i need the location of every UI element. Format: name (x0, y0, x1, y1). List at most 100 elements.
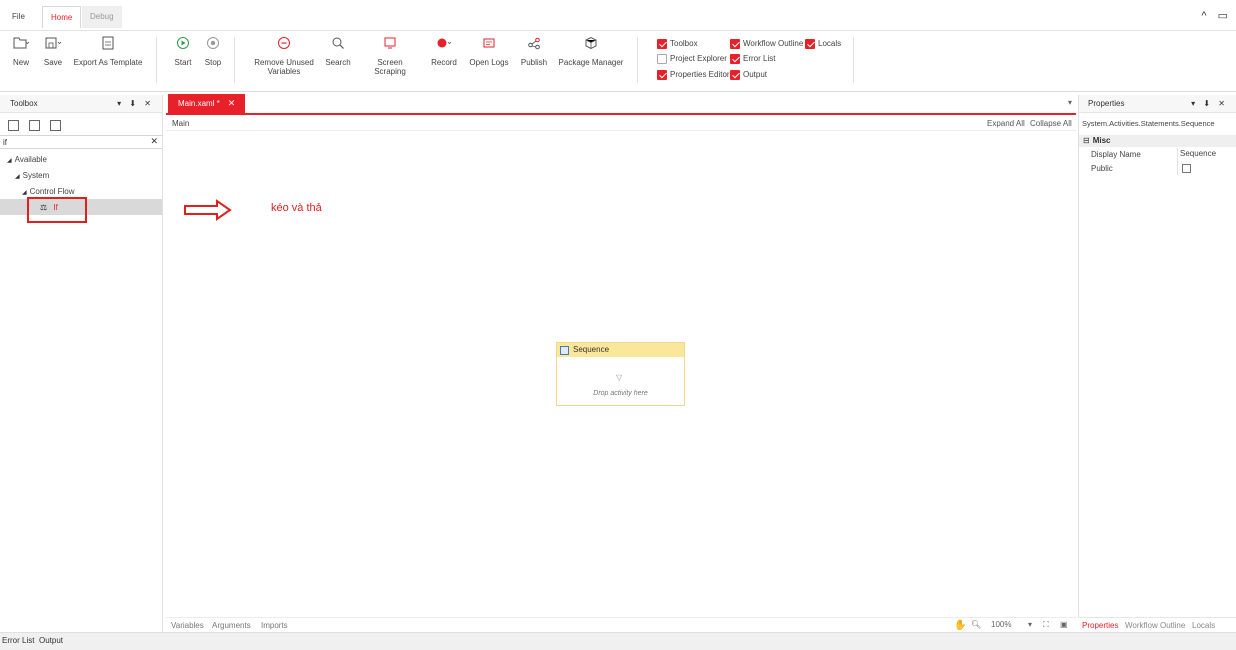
logs-icon (468, 36, 510, 54)
annotation-text: kéo và thả (271, 202, 322, 214)
collapse-category-icon[interactable]: ⊟ (1083, 136, 1090, 145)
tab-variables[interactable]: Variables (171, 621, 204, 630)
start-button[interactable]: Start (172, 36, 194, 67)
publish-label: Publish (520, 58, 548, 67)
menu-tab-debug[interactable]: Debug (82, 6, 122, 28)
close-icon[interactable]: ✕ (228, 98, 236, 108)
screen-scraping-icon (361, 36, 419, 54)
pan-hand-icon[interactable]: ✋ (954, 620, 966, 631)
share-icon (519, 36, 549, 54)
toolbox-panel: Toolbox ▾ ⬇ ✕ ✕ ◢Available ◢System ◢Cont… (0, 95, 163, 632)
fit-screen-icon[interactable]: ⛶ (1043, 620, 1049, 630)
tab-list-icon[interactable]: ▾ (1068, 98, 1072, 107)
toggle-project-explorer-checkbox[interactable]: Project Explorer (657, 53, 727, 65)
new-button[interactable]: New (10, 36, 32, 67)
export-as-template-button[interactable]: Export As Template (73, 36, 143, 67)
property-display-name: Display Name Sequence (1079, 148, 1236, 161)
properties-type-name: System.Activities.Statements.Sequence (1082, 119, 1215, 128)
expand-all-button[interactable]: Expand All (987, 119, 1025, 128)
properties-title: Properties (1088, 99, 1125, 108)
record-button[interactable]: Record (429, 36, 459, 67)
package-manager-label: Package Manager (558, 58, 624, 67)
breadcrumb[interactable]: Main (172, 119, 189, 128)
tab-main-xaml[interactable]: Main.xaml * ✕ (168, 94, 246, 113)
tab-imports[interactable]: Imports (261, 621, 288, 630)
menu-tab-home[interactable]: Home (42, 6, 82, 28)
tree-node-system[interactable]: ◢ System (15, 170, 49, 182)
tab-arguments[interactable]: Arguments (212, 621, 251, 630)
tab-properties[interactable]: Properties (1082, 621, 1118, 630)
start-label: Start (174, 58, 192, 67)
overview-icon[interactable]: ▣ (1060, 620, 1068, 629)
ribbon-separator (234, 37, 235, 83)
properties-header: Properties ▾ ⬇ ✕ (1079, 95, 1236, 113)
properties-header-controls[interactable]: ▾ ⬇ ✕ (1191, 95, 1228, 113)
publish-button[interactable]: Publish (519, 36, 549, 67)
remove-unused-variables-button[interactable]: Remove Unused Variables (253, 36, 315, 76)
save-icon (42, 36, 64, 54)
ribbon: New Save Export As Template Start Stop R… (0, 30, 1236, 92)
document-tabs: Main.xaml * ✕ ▾ (166, 94, 1076, 115)
save-button[interactable]: Save (42, 36, 64, 67)
tab-output[interactable]: Output (39, 636, 63, 645)
sequence-icon (560, 346, 569, 355)
open-logs-button[interactable]: Open Logs (468, 36, 510, 67)
new-label: New (12, 58, 29, 67)
window-controls[interactable]: ^ ▭ (1201, 9, 1232, 22)
properties-category[interactable]: ⊟ Misc (1079, 135, 1236, 147)
checkbox-checked-icon (657, 39, 667, 49)
collapse-all-icon[interactable] (29, 120, 41, 131)
toggle-properties-editor-checkbox[interactable]: Properties Editor (657, 69, 730, 81)
search-label: Search (325, 58, 351, 67)
checkbox-checked-icon (730, 70, 740, 80)
toggle-output-checkbox[interactable]: Output (730, 69, 767, 81)
clear-search-icon[interactable]: ✕ (150, 136, 158, 147)
ribbon-separator (637, 37, 638, 83)
ribbon-separator (853, 37, 854, 83)
property-public-checkbox[interactable] (1182, 164, 1191, 173)
tab-error-list[interactable]: Error List (2, 636, 34, 645)
menu-tab-file[interactable]: File (4, 6, 33, 28)
stop-button[interactable]: Stop (202, 36, 224, 67)
package-manager-button[interactable]: Package Manager (558, 36, 624, 67)
sequence-title: Sequence (573, 345, 610, 354)
toggle-workflow-outline-label: Workflow Outline (743, 39, 804, 48)
toolbox-search-input[interactable] (0, 136, 140, 148)
toolbox-header: Toolbox ▾ ⬇ ✕ (0, 95, 162, 113)
expanded-triangle-icon: ◢ (7, 158, 12, 164)
collapse-all-button[interactable]: Collapse All (1030, 119, 1072, 128)
remove-unused-label-2: Variables (267, 67, 301, 76)
screen-scraping-button[interactable]: Screen Scraping (361, 36, 419, 76)
zoom-icon[interactable]: 🔍︎ (971, 620, 981, 629)
property-column-divider (1177, 148, 1178, 175)
toggle-error-list-checkbox[interactable]: Error List (730, 53, 775, 65)
designer-bottom-bar: Variables Arguments Imports ✋ 🔍︎ 100% ▾ … (166, 617, 1076, 632)
zoom-dropdown-icon[interactable]: ▾ (1028, 620, 1032, 629)
toolbox-header-controls[interactable]: ▾ ⬇ ✕ (117, 95, 154, 113)
remove-icon (253, 36, 315, 54)
search-button[interactable]: Search (324, 36, 352, 67)
toggle-toolbox-checkbox[interactable]: Toolbox (657, 38, 698, 50)
annotation-arrow-icon (183, 199, 233, 223)
checkbox-checked-icon (805, 39, 815, 49)
toggle-output-label: Output (743, 70, 768, 79)
toggle-locals-label: Locals (818, 39, 842, 48)
property-display-name-value[interactable]: Sequence (1180, 149, 1216, 158)
zoom-level[interactable]: 100% (991, 620, 1011, 629)
tree-node-available[interactable]: ◢ Available (7, 154, 47, 166)
search-icon (324, 36, 352, 54)
tab-workflow-outline[interactable]: Workflow Outline (1125, 621, 1185, 630)
properties-category-label: Misc (1092, 136, 1111, 145)
right-panel-tabs: Properties Workflow Outline Locals (1078, 617, 1236, 632)
sequence-header[interactable]: Sequence (557, 343, 684, 357)
toggle-workflow-outline-checkbox[interactable]: Workflow Outline (730, 38, 803, 50)
tab-locals[interactable]: Locals (1192, 621, 1215, 630)
record-label: Record (431, 58, 457, 67)
toggle-locals-checkbox[interactable]: Locals (805, 38, 841, 50)
expanded-triangle-icon: ◢ (15, 174, 20, 180)
tab-main-xaml-label: Main.xaml * (178, 99, 220, 108)
expand-all-icon[interactable] (8, 120, 19, 131)
sequence-activity[interactable]: Sequence ▽ Drop activity here (556, 342, 685, 406)
toolbox-settings-icon[interactable] (50, 120, 62, 131)
screen-scraping-label: Screen Scraping (374, 58, 406, 76)
